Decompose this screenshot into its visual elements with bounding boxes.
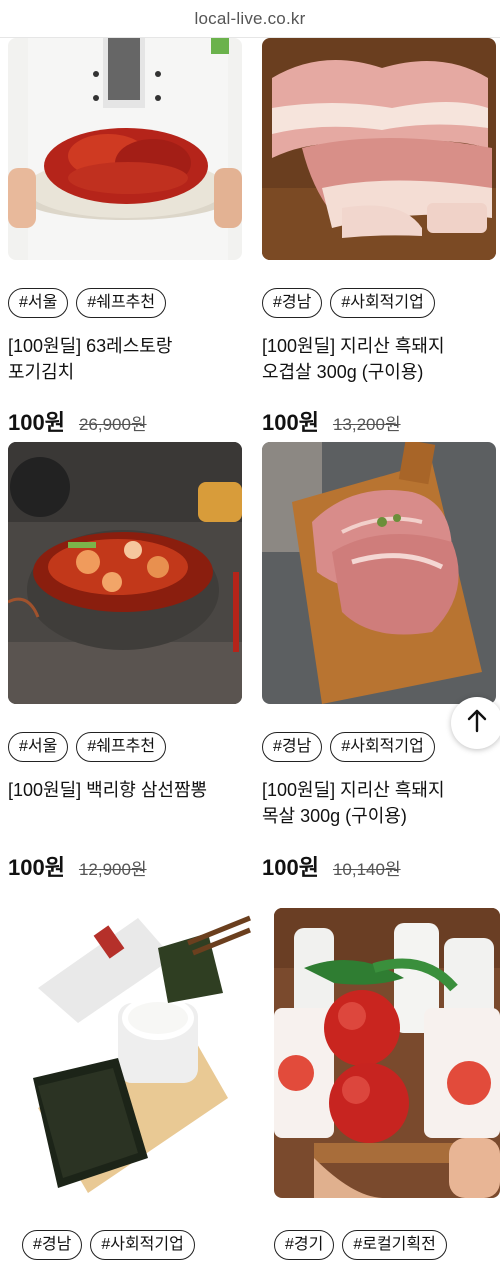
original-price: 26,900원 [78, 415, 147, 434]
original-price: 12,900원 [78, 860, 147, 879]
price-row: 100원 10,140원 [262, 850, 401, 882]
address-bar[interactable]: local-live.co.kr [0, 0, 500, 38]
url-text: local-live.co.kr [194, 8, 306, 28]
product-tags: #경기 #로컬기획전 [274, 1230, 447, 1260]
scroll-to-top-button[interactable] [451, 697, 500, 749]
product-title[interactable]: [100원딜] 지리산 흑돼지 목살 300g (구이용) [262, 777, 496, 829]
original-price: 13,200원 [332, 415, 401, 434]
tag-chip[interactable]: #사회적기업 [330, 732, 435, 762]
product-image-jjamppong[interactable] [8, 442, 242, 704]
product-image-seaweed[interactable] [18, 908, 252, 1198]
price-row: 100원 12,900원 [8, 850, 147, 882]
product-image-pork-belly[interactable] [262, 38, 496, 260]
tag-chip[interactable]: #사회적기업 [330, 288, 435, 318]
product-title-line: [100원딜] 지리산 흑돼지 [262, 336, 445, 356]
tag-chip[interactable]: #사회적기업 [90, 1230, 195, 1260]
original-price: 10,140원 [332, 860, 401, 879]
product-title[interactable]: [100원딜] 지리산 흑돼지 오겹살 300g (구이용) [262, 333, 496, 385]
tag-chip[interactable]: #쉐프추천 [76, 732, 167, 762]
tag-chip[interactable]: #로컬기획전 [342, 1230, 447, 1260]
sale-price: 100원 [8, 855, 65, 880]
product-image-kimchi[interactable] [8, 38, 242, 260]
product-title[interactable]: [100원딜] 백리향 삼선짬뽕 [8, 777, 242, 803]
sale-price: 100원 [262, 410, 319, 435]
product-tags: #경남 #사회적기업 [262, 288, 435, 318]
tag-chip[interactable]: #경남 [262, 732, 323, 762]
price-row: 100원 13,200원 [262, 405, 401, 437]
product-tags: #경남 #사회적기업 [22, 1230, 195, 1260]
product-image-apple-juice[interactable] [274, 908, 500, 1198]
product-title[interactable]: [100원딜] 63레스토랑 포기김치 [8, 333, 242, 385]
tag-chip[interactable]: #서울 [8, 288, 69, 318]
product-title-line: 목살 300g (구이용) [262, 806, 407, 826]
product-title-line: [100원딜] 백리향 삼선짬뽕 [8, 780, 208, 800]
tag-chip[interactable]: #경남 [262, 288, 323, 318]
product-tags: #서울 #쉐프추천 [8, 288, 167, 318]
product-title-line: [100원딜] 지리산 흑돼지 [262, 780, 445, 800]
arrow-up-icon [464, 708, 490, 739]
product-title-line: 오겹살 300g (구이용) [262, 362, 424, 382]
tag-chip[interactable]: #경남 [22, 1230, 83, 1260]
product-title-line: 포기김치 [8, 362, 75, 382]
product-tags: #경남 #사회적기업 [262, 732, 435, 762]
sale-price: 100원 [8, 410, 65, 435]
tag-chip[interactable]: #경기 [274, 1230, 335, 1260]
product-tags: #서울 #쉐프추천 [8, 732, 167, 762]
sale-price: 100원 [262, 855, 319, 880]
product-image-pork-neck[interactable] [262, 442, 496, 704]
price-row: 100원 26,900원 [8, 405, 147, 437]
tag-chip[interactable]: #서울 [8, 732, 69, 762]
product-title-line: [100원딜] 63레스토랑 [8, 336, 173, 356]
tag-chip[interactable]: #쉐프추천 [76, 288, 167, 318]
